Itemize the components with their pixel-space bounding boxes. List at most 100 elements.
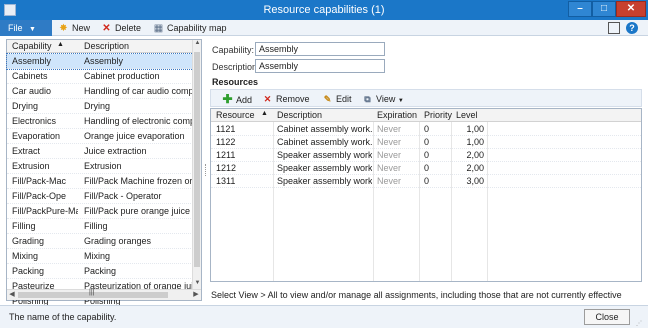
capability-row[interactable]: Assembly Assembly: [6, 53, 194, 70]
resize-grip-icon[interactable]: ⋰: [636, 320, 644, 327]
capability-row[interactable]: Grading Grading oranges: [7, 234, 193, 249]
resources-section-title: Resources: [212, 77, 259, 87]
capability-row[interactable]: Fill/PackPure-Mac Fill/Pack pure orange j…: [7, 204, 193, 219]
resource-cell: 1121: [216, 124, 236, 134]
edit-button[interactable]: ✎ Edit: [322, 93, 352, 105]
delete-button[interactable]: ✕ Delete: [101, 22, 141, 34]
info-text: Select View > All to view and/or manage …: [211, 290, 622, 300]
capability-row[interactable]: Car audio Handling of car audio compone: [7, 84, 193, 99]
sort-ascending-icon: ▲: [261, 110, 268, 117]
capability-row[interactable]: Extract Juice extraction: [7, 144, 193, 159]
resource-row[interactable]: 1122 Cabinet assembly work... Never 0 1,00: [211, 136, 641, 149]
description-cell: Cabinet assembly work...: [277, 124, 372, 134]
resource-cell: 1211: [216, 150, 236, 160]
remove-x-icon: ✕: [263, 94, 272, 104]
description-cell: Cabinet production: [84, 71, 160, 81]
capability-row[interactable]: Extrusion Extrusion: [7, 159, 193, 174]
priority-cell: 0: [424, 124, 430, 134]
add-button[interactable]: ✚ Add: [222, 93, 252, 105]
maximize-button[interactable]: □: [592, 1, 616, 17]
close-button[interactable]: Close: [584, 309, 630, 325]
horizontal-scrollbar[interactable]: ◀ ||| ▶: [7, 289, 201, 300]
pane-splitter[interactable]: [204, 39, 208, 301]
capability-cell: Drying: [12, 101, 39, 111]
capability-cell: Fill/PackPure-Mac: [12, 206, 78, 216]
column-header-description[interactable]: Description: [84, 41, 129, 51]
window-title: Resource capabilities (1): [263, 4, 385, 16]
view-button[interactable]: ⧉ View ▼: [362, 93, 404, 105]
capability-map-button[interactable]: ▦ Capability map: [153, 22, 227, 34]
capability-row[interactable]: Fill/Pack-Ope Fill/Pack - Operator: [7, 189, 193, 204]
help-icon[interactable]: ?: [626, 22, 638, 34]
description-cell: Fill/Pack pure orange juice: [84, 206, 191, 216]
resource-row[interactable]: 1311 Speaker assembly work... Never 0 3,00: [211, 175, 641, 188]
description-cell: Mixing: [84, 251, 111, 261]
grip-icon: |||: [89, 289, 95, 296]
description-cell: Juice extraction: [84, 146, 147, 156]
capability-row[interactable]: Filling Filling: [7, 219, 193, 234]
file-menu-button[interactable]: File ▼: [0, 20, 52, 36]
column-header-priority[interactable]: Priority: [424, 110, 452, 120]
description-cell: Drying: [84, 101, 111, 111]
scroll-right-icon[interactable]: ▶: [191, 290, 201, 300]
description-cell: Speaker assembly work...: [277, 150, 372, 160]
description-cell: Filling: [84, 221, 108, 231]
close-window-button[interactable]: ✕: [616, 1, 646, 17]
capability-row[interactable]: Drying Drying: [7, 99, 193, 114]
priority-cell: 0: [424, 163, 430, 173]
capability-row[interactable]: Mixing Mixing: [7, 249, 193, 264]
column-header-resource[interactable]: Resource: [216, 110, 255, 120]
status-bar: The name of the capability. Close ⋰: [0, 305, 648, 328]
capability-row[interactable]: Electronics Handling of electronic compon: [7, 114, 193, 129]
capabilities-grid-header: Capability ▲ Description: [7, 40, 193, 53]
column-header-level[interactable]: Level: [456, 110, 478, 120]
description-cell: Assembly: [84, 56, 124, 66]
resource-cell: 1212: [216, 163, 237, 173]
column-header-expiration[interactable]: Expiration: [377, 110, 417, 120]
capability-row[interactable]: Evaporation Orange juice evaporation: [7, 129, 193, 144]
add-label: Add: [236, 95, 253, 105]
status-text: The name of the capability.: [9, 312, 117, 322]
delete-x-icon: ✕: [102, 23, 111, 34]
expiration-cell: Never: [377, 176, 402, 186]
resources-grid: Resource ▲ Description Expiration Priori…: [210, 108, 642, 282]
priority-cell: 0: [424, 176, 430, 186]
scroll-up-icon[interactable]: ▲: [193, 40, 202, 50]
priority-cell: 0: [424, 150, 430, 160]
capability-cell: Packing: [12, 266, 45, 276]
description-cell: Speaker assembly work...: [277, 163, 372, 173]
capability-field[interactable]: Assembly: [255, 42, 385, 56]
view-icon: ⧉: [364, 94, 371, 104]
minimize-button[interactable]: –: [568, 1, 592, 17]
capability-cell: Filling: [12, 221, 36, 231]
column-header-description[interactable]: Description: [277, 110, 322, 120]
description-cell: Orange juice evaporation: [84, 131, 185, 141]
description-cell: Handling of car audio compone: [84, 86, 192, 96]
resource-row[interactable]: 1211 Speaker assembly work... Never 0 2,00: [211, 149, 641, 162]
priority-cell: 0: [424, 137, 430, 147]
level-cell: 2,00: [466, 163, 484, 173]
remove-button[interactable]: ✕ Remove: [262, 93, 310, 105]
resources-grid-header: Resource ▲ Description Expiration Priori…: [211, 109, 641, 122]
capability-cell: Mixing: [12, 251, 39, 261]
map-icon: ▦: [153, 23, 164, 34]
capability-row[interactable]: Packing Packing: [7, 264, 193, 279]
capability-row[interactable]: Cabinets Cabinet production: [7, 69, 193, 84]
description-field[interactable]: Assembly: [255, 59, 385, 73]
capability-cell: Car audio: [12, 86, 52, 96]
new-button[interactable]: ✸ New: [58, 22, 90, 34]
column-header-capability[interactable]: Capability: [12, 41, 52, 51]
scroll-left-icon[interactable]: ◀: [7, 290, 17, 300]
vertical-scrollbar[interactable]: ▲ ▼: [192, 40, 201, 290]
capability-cell: Evaporation: [12, 131, 61, 141]
new-label: New: [72, 23, 91, 33]
capability-row[interactable]: Fill/Pack-Mac Fill/Pack Machine frozen or…: [7, 174, 193, 189]
capability-cell: Fill/Pack-Mac: [12, 176, 67, 186]
scroll-thumb[interactable]: [194, 52, 200, 267]
resource-row[interactable]: 1121 Cabinet assembly work... Never 0 1,00: [211, 123, 641, 136]
description-cell: Speaker assembly work...: [277, 176, 372, 186]
level-cell: 1,00: [466, 137, 484, 147]
layout-icon[interactable]: [608, 22, 620, 34]
resource-row[interactable]: 1212 Speaker assembly work... Never 0 2,00: [211, 162, 641, 175]
level-cell: 2,00: [466, 150, 484, 160]
